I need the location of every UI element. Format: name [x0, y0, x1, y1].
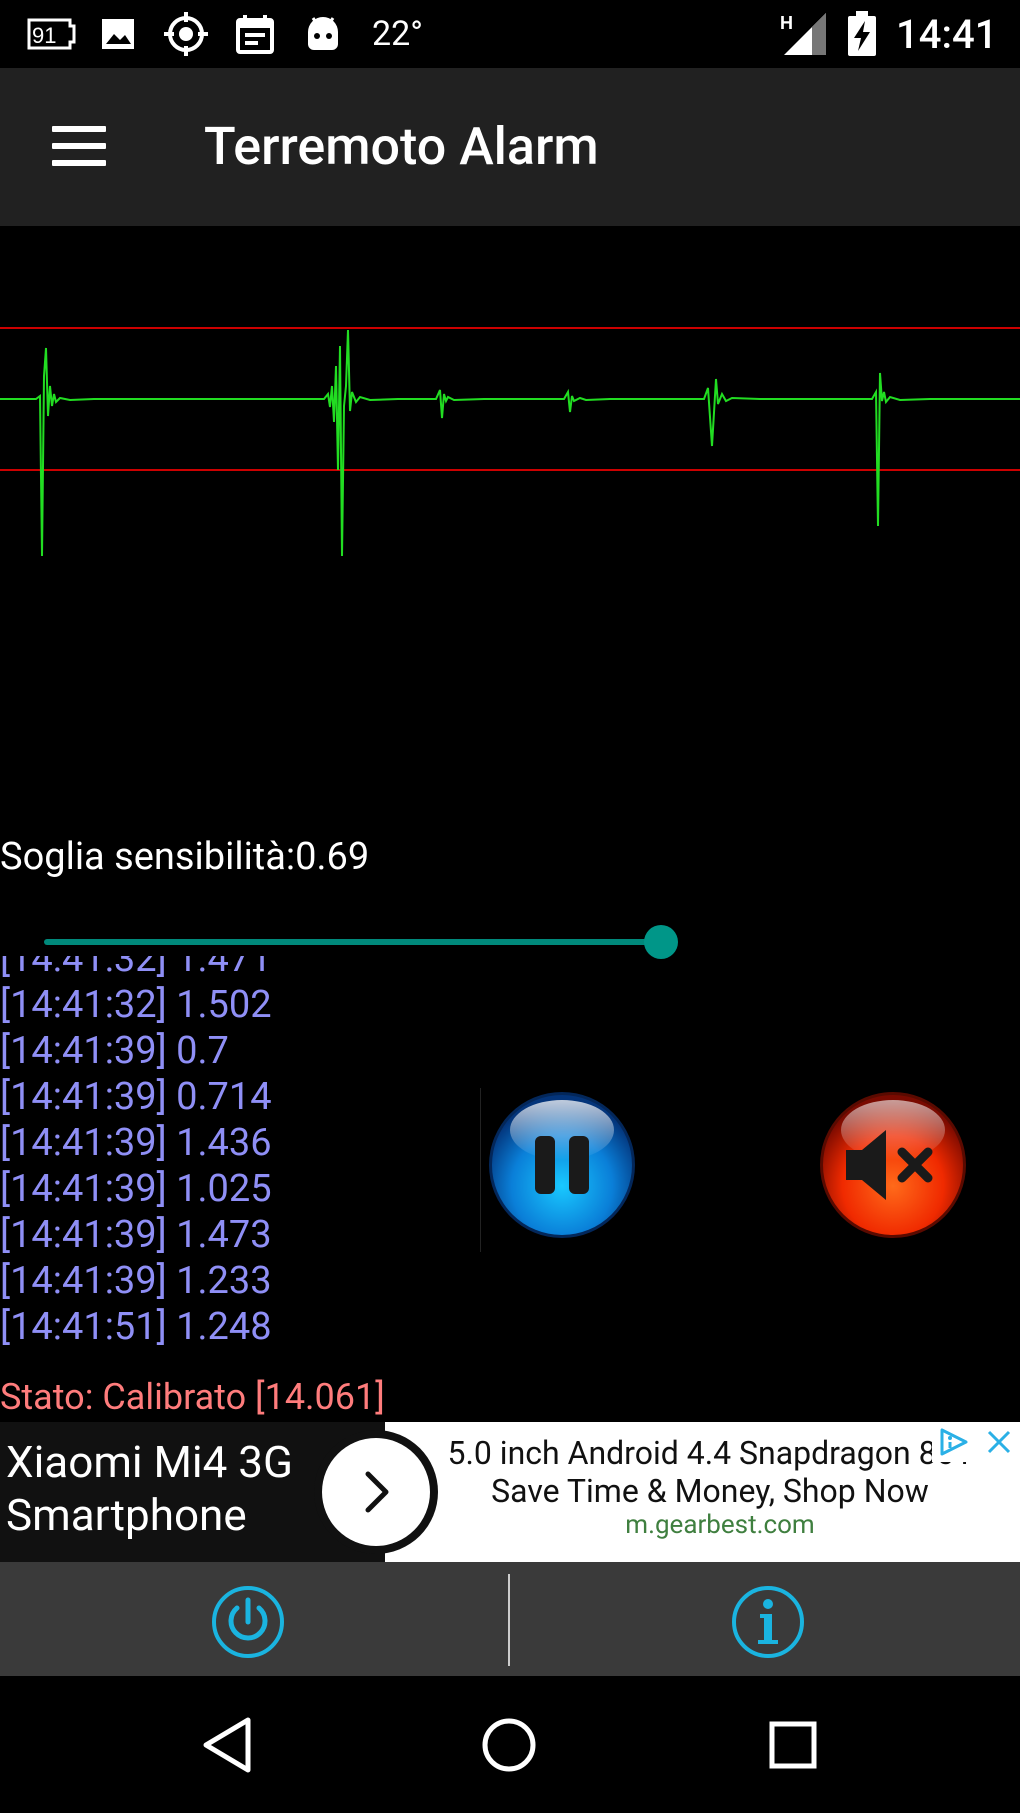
log-item: [14:41:39] 1.233: [0, 1259, 272, 1303]
ad-banner[interactable]: Xiaomi Mi4 3G Smartphone 5.0 inch Androi…: [0, 1422, 1020, 1562]
app-bar: Terremoto Alarm: [0, 68, 1020, 226]
bottom-divider: [508, 1574, 510, 1666]
hamburger-menu-icon[interactable]: [52, 126, 108, 166]
network-type-text: H: [780, 13, 793, 33]
log-item: [14:41:51] 1.248: [0, 1305, 272, 1349]
gallery-icon: [100, 10, 136, 58]
gps-target-icon: [164, 10, 208, 58]
nav-back-button[interactable]: [192, 1710, 262, 1780]
chevron-right-icon: [365, 1471, 389, 1513]
log-item: [14:41:32] 1.502: [0, 983, 272, 1027]
slider-track[interactable]: [44, 939, 674, 945]
power-button[interactable]: [210, 1584, 286, 1660]
power-icon: [212, 1586, 284, 1658]
log-item: [14:41:39] 0.714: [0, 1075, 272, 1119]
ad-product-title: Xiaomi Mi4 3G Smartphone: [6, 1436, 293, 1541]
signal-icon: H: [780, 10, 828, 58]
info-button[interactable]: [730, 1584, 806, 1660]
log-item: [14:41:39] 1.436: [0, 1121, 272, 1165]
bottom-action-bar: [0, 1562, 1020, 1676]
controls-divider: [480, 1088, 481, 1252]
ad-close-icon[interactable]: [978, 1422, 1020, 1462]
sensitivity-label: Soglia sensibilità:0.69: [0, 835, 370, 879]
log-item: [14:41:32] 1.471: [0, 956, 272, 981]
battery-badge-text: 91: [32, 23, 56, 48]
calendar-icon: [236, 10, 274, 58]
ad-headline: 5.0 inch Android 4.4 Snapdragon 801: [447, 1434, 973, 1472]
calibration-status-text: Stato: Calibrato [14.061]: [0, 1376, 385, 1418]
slider-thumb[interactable]: [644, 925, 678, 959]
battery-charging-icon: [846, 10, 878, 58]
pause-icon: [489, 1092, 635, 1238]
event-log-list[interactable]: [14:41:32] 1.471 [14:41:32] 1.502 [14:41…: [0, 956, 460, 1364]
triangle-back-icon: [203, 1717, 251, 1773]
android-robot-icon: [304, 10, 342, 58]
temperature-text: 22°: [372, 14, 423, 54]
app-title: Terremoto Alarm: [204, 116, 599, 177]
nav-recents-button[interactable]: [758, 1710, 828, 1780]
pause-button[interactable]: [487, 1090, 637, 1240]
ad-choices-icon[interactable]: [932, 1422, 976, 1462]
square-recents-icon: [769, 1721, 817, 1769]
log-item: [14:41:39] 1.025: [0, 1167, 272, 1211]
mute-button[interactable]: [818, 1090, 968, 1240]
battery-badge-icon: 91: [26, 10, 76, 58]
clock-text: 14:41: [896, 10, 998, 58]
log-item: [14:41:39] 1.473: [0, 1213, 272, 1257]
circle-home-icon: [482, 1718, 536, 1772]
ad-subheadline: Save Time & Money, Shop Now: [491, 1472, 929, 1510]
seismic-signal-trace: [0, 329, 1020, 557]
system-navigation-bar: [0, 1676, 1020, 1813]
seismograph-graph: [0, 327, 1020, 557]
log-item: [14:41:39] 0.7: [0, 1029, 229, 1073]
status-bar: 91 22° H 14:41: [0, 0, 1020, 68]
ad-url: m.gearbest.com: [625, 1510, 815, 1540]
info-icon: [732, 1586, 804, 1658]
speaker-mute-icon: [820, 1092, 966, 1238]
nav-home-button[interactable]: [474, 1710, 544, 1780]
